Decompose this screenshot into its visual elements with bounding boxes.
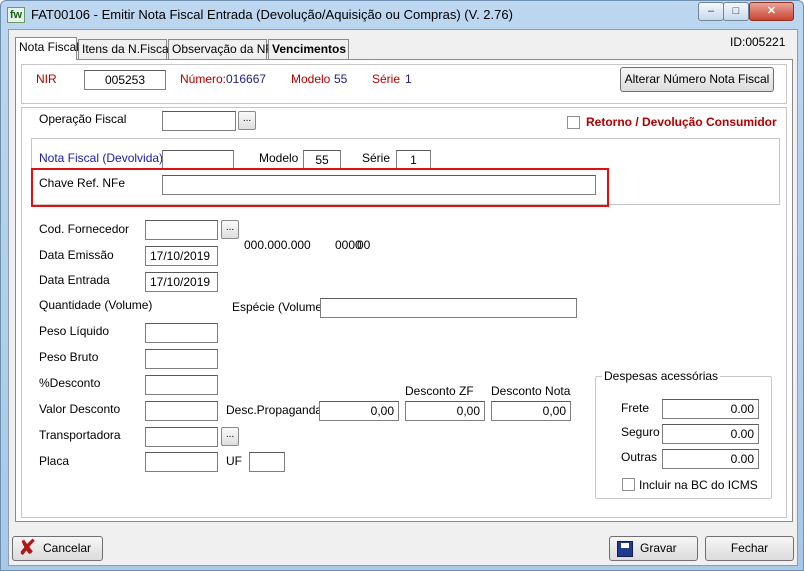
outras-field[interactable]: 0.00 [662,449,759,469]
data-entrada-label: Data Entrada [39,273,110,287]
desconto-zf-field[interactable]: 0,00 [405,401,485,421]
numero-value: 016667 [226,72,267,86]
fechar-button[interactable]: Fechar [705,536,794,561]
peso-liquido-field[interactable] [145,323,218,343]
peso-bruto-label: Peso Bruto [39,350,99,364]
cod-fornecedor-label: Cod. Fornecedor [39,222,130,236]
uf-label: UF [226,454,242,468]
title-bar[interactable]: fw FAT00106 - Emitir Nota Fiscal Entrada… [1,1,803,29]
operacao-fiscal-label: Operação Fiscal [39,112,127,126]
client-area: Nota Fiscal Itens da N.Fiscal Observação… [8,29,798,566]
desconto-nota-label: Desconto Nota [491,384,571,398]
modelo-value: 55 [334,72,348,86]
peso-liquido-label: Peso Líquido [39,324,110,338]
record-id: ID:005221 [730,35,786,49]
transportadora-label: Transportadora [39,428,121,442]
retorno-checkbox[interactable] [567,116,580,129]
tab-panel-nota-fiscal: NIR 005253 Número: 016667 Modelo 55 Séri… [15,59,793,522]
data-emissao-field[interactable]: 17/10/2019 [145,246,218,266]
nf-devolvida-label: Nota Fiscal (Devolvida) [39,151,164,165]
desconto-pct-label: %Desconto [39,376,101,390]
app-logo-icon: fw [7,7,25,23]
tab-vencimentos[interactable]: Vencimentos [268,39,349,59]
quantidade-label: Quantidade (Volume) [39,298,153,312]
frete-field[interactable]: 0.00 [662,399,759,419]
valor-desconto-label: Valor Desconto [39,402,121,416]
cancel-x-icon: ✘ [18,536,37,561]
alterar-numero-button[interactable]: Alterar Número Nota Fiscal [620,67,774,92]
especie-label: Espécie (Volume) [232,300,327,314]
nir-field[interactable]: 005253 [84,70,166,90]
fechar-button-label: Fechar [730,541,769,555]
retorno-label[interactable]: Retorno / Devolução Consumidor [586,115,777,129]
placa-label: Placa [39,454,70,468]
fornecedor-doc-part3: 00 [357,238,371,252]
window-title: FAT00106 - Emitir Nota Fiscal Entrada (D… [31,7,513,22]
devolvida-modelo-label: Modelo [259,151,299,165]
data-emissao-label: Data Emissão [39,248,114,262]
close-button[interactable]: ✕ [749,2,794,21]
nir-label: NIR [36,72,57,86]
minimize-button[interactable]: – [698,2,724,21]
data-entrada-field[interactable]: 17/10/2019 [145,272,218,292]
transportadora-lookup-button[interactable]: ... [221,427,239,446]
desconto-nota-field[interactable]: 0,00 [491,401,571,421]
valor-desconto-field[interactable] [145,401,218,421]
tab-observacao-nf[interactable]: Observação da NF [168,39,273,59]
incluir-bc-icms-label[interactable]: Incluir na BC do ICMS [639,478,758,492]
devolvida-modelo-field[interactable]: 55 [303,150,341,170]
devolvida-serie-field[interactable]: 1 [396,150,431,170]
fornecedor-doc: 000.000.000 [244,238,311,252]
tab-itens-nf[interactable]: Itens da N.Fiscal [78,39,171,59]
numero-label: Número: [180,72,227,86]
chave-ref-label: Chave Ref. NFe [39,176,126,190]
operacao-fiscal-field[interactable] [162,111,236,131]
modelo-label: Modelo [291,72,331,86]
cancelar-button-label: Cancelar [43,541,92,555]
fornecedor-lookup-button[interactable]: ... [221,220,239,239]
app-window: fw FAT00106 - Emitir Nota Fiscal Entrada… [0,0,804,571]
serie-value: 1 [405,72,412,86]
placa-field[interactable] [145,452,218,472]
transportadora-field[interactable] [145,427,218,447]
outras-label: Outras [621,450,658,464]
especie-field[interactable] [320,298,577,318]
save-disk-icon [617,541,633,557]
seguro-field[interactable]: 0.00 [662,424,759,444]
desconto-zf-label: Desconto ZF [405,384,474,398]
seguro-label: Seguro [621,425,660,439]
despesas-legend: Despesas acessórias [602,369,721,383]
gravar-button-label: Gravar [640,541,677,555]
frete-label: Frete [621,401,650,415]
cancelar-button[interactable]: ✘ Cancelar [12,536,103,561]
nf-devolvida-field[interactable] [162,150,234,170]
peso-bruto-field[interactable] [145,349,218,369]
serie-label: Série [372,72,401,86]
desconto-pct-field[interactable] [145,375,218,395]
gravar-button[interactable]: Gravar [609,536,698,561]
cod-fornecedor-field[interactable] [145,220,218,240]
incluir-bc-icms-checkbox[interactable] [622,478,635,491]
uf-field[interactable] [249,452,285,472]
devolvida-serie-label: Série [362,151,391,165]
operacao-fiscal-lookup-button[interactable]: ... [238,111,256,130]
maximize-button[interactable]: □ [723,2,749,21]
chave-ref-field[interactable] [162,175,596,195]
desc-propaganda-field[interactable]: 0,00 [319,401,399,421]
desc-propaganda-label: Desc.Propaganda [226,403,323,417]
tab-nota-fiscal[interactable]: Nota Fiscal [15,37,79,60]
